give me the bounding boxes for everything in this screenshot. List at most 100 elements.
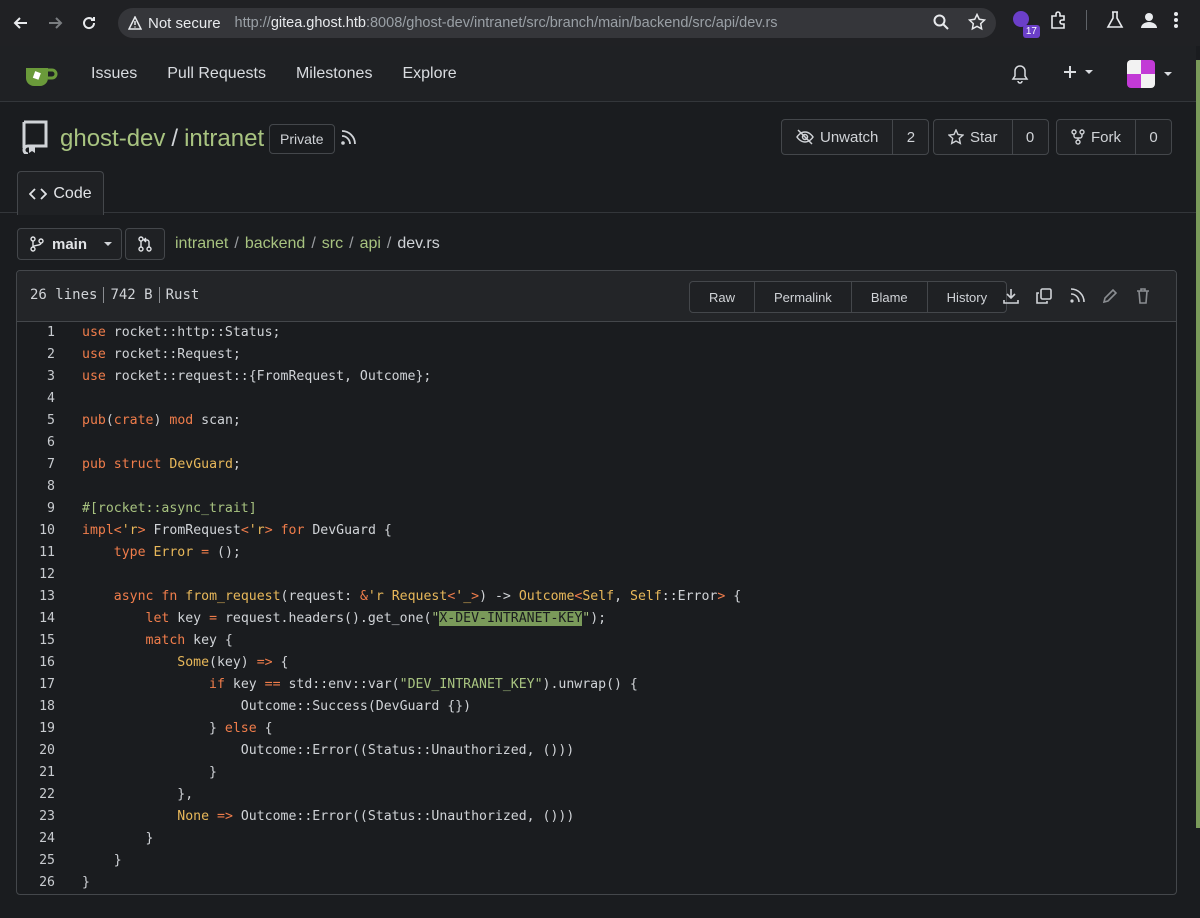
code-line: 20 Outcome::Error((Status::Unauthorized,… <box>39 743 575 758</box>
fork-icon <box>1071 129 1085 145</box>
code-line: 7 pub struct DevGuard; <box>47 457 241 472</box>
nav-explore[interactable]: Explore <box>387 65 471 83</box>
reload-icon[interactable] <box>72 6 106 40</box>
star-group: Star 0 <box>933 119 1049 155</box>
download-icon[interactable] <box>1002 287 1020 305</box>
puzzle-icon[interactable] <box>1048 10 1068 30</box>
page-scrollbar[interactable] <box>1196 60 1200 828</box>
breadcrumb: intranet / backend / src / api / dev.rs <box>175 235 440 252</box>
code-line: 11 type Error = (); <box>39 545 241 560</box>
trash-icon[interactable] <box>1134 287 1152 305</box>
code-line: 1 use rocket::http::Status; <box>47 325 281 340</box>
private-badge: Private <box>269 124 335 154</box>
labs-flask-icon[interactable] <box>1105 10 1125 30</box>
chevron-down-icon <box>1085 70 1093 74</box>
code-line: 21 } <box>39 765 217 780</box>
star-button[interactable]: Star <box>934 120 1012 154</box>
file-info: 26 lines 742 B Rust <box>30 287 205 303</box>
code-line: 10 impl<'r> FromRequest<'r> for DevGuard … <box>39 523 392 538</box>
code-line: 24 } <box>39 831 154 846</box>
fork-button[interactable]: Fork <box>1057 120 1135 154</box>
code-line: 3 use rocket::request::{FromRequest, Outc… <box>47 369 432 384</box>
code-line: 13 async fn from_request(request: &'r Re… <box>39 589 742 604</box>
repo-name-link[interactable]: intranet <box>184 125 264 152</box>
chevron-down-icon <box>1164 72 1172 76</box>
fork-group: Fork 0 <box>1056 119 1172 155</box>
file-size: 742 B <box>103 287 158 303</box>
code-line: 4 <box>47 391 55 406</box>
code-line: 5 pub(crate) mod scan; <box>47 413 241 428</box>
code-line: 26} <box>39 875 90 890</box>
browser-menu-icon[interactable] <box>1173 10 1179 30</box>
file-viewer: 26 lines 742 B Rust Raw Permalink Blame … <box>16 270 1177 895</box>
rss-icon[interactable] <box>1068 287 1086 305</box>
repo-title: ghost-dev / intranet <box>60 125 265 152</box>
branch-icon <box>30 236 44 252</box>
tab-code[interactable]: Code <box>17 171 104 215</box>
file-language: Rust <box>158 287 206 303</box>
star-count[interactable]: 0 <box>1011 120 1048 154</box>
blame-button[interactable]: Blame <box>850 282 927 312</box>
zoom-icon[interactable] <box>932 13 950 31</box>
rss-feed-icon[interactable] <box>340 130 356 146</box>
code-line: 19 } else { <box>39 721 273 736</box>
repo-icon <box>20 120 50 154</box>
url-text: http://gitea.ghost.htb:8008/ghost-dev/in… <box>234 15 778 31</box>
code-line: 2 use rocket::Request; <box>47 347 241 362</box>
user-menu[interactable] <box>1127 60 1173 88</box>
gitea-logo-icon[interactable] <box>24 60 58 88</box>
file-header: 26 lines 742 B Rust Raw Permalink Blame … <box>17 271 1176 322</box>
bookmark-star-icon[interactable] <box>968 13 986 31</box>
copy-icon[interactable] <box>1035 287 1053 305</box>
compare-button[interactable] <box>125 228 165 260</box>
watch-count[interactable]: 2 <box>892 120 928 154</box>
plus-icon <box>1064 66 1076 78</box>
breadcrumb-link[interactable]: backend <box>245 235 306 252</box>
code-line: 16 Some(key) => { <box>39 655 289 670</box>
code-line: 17 if key == std::env::var("DEV_INTRANET… <box>39 677 638 692</box>
code-line: 9 #[rocket::async_trait] <box>47 501 257 516</box>
repo-owner-link[interactable]: ghost-dev <box>60 125 165 152</box>
address-bar[interactable]: Not secure http://gitea.ghost.htb:8008/g… <box>118 8 996 38</box>
code-view: 1 use rocket::http::Status; 2 use rocket::… <box>17 322 1176 894</box>
file-line-count: 26 lines <box>30 287 98 303</box>
edit-pencil-icon[interactable] <box>1101 287 1119 305</box>
code-line: 6 <box>47 435 55 450</box>
code-line: 25 } <box>39 853 122 868</box>
history-button[interactable]: History <box>926 282 1006 312</box>
code-line: 22 }, <box>39 787 194 802</box>
site-navbar: Issues Pull Requests Milestones Explore <box>0 46 1196 102</box>
code-line: 12 <box>39 567 55 582</box>
branch-selector[interactable]: main <box>17 228 122 260</box>
nav-pull-requests[interactable]: Pull Requests <box>152 65 281 83</box>
create-new-button[interactable] <box>1062 64 1094 80</box>
security-indicator[interactable]: Not secure <box>128 15 235 32</box>
pull-request-icon <box>138 236 152 252</box>
code-line: 8 <box>47 479 55 494</box>
back-icon[interactable] <box>4 6 38 40</box>
repo-header: ghost-dev / intranet Private Unwatch 2 Sta… <box>0 103 1196 215</box>
breadcrumb-link[interactable]: src <box>322 235 343 252</box>
avatar <box>1127 60 1155 88</box>
eye-slash-icon <box>796 129 814 145</box>
forward-icon[interactable] <box>38 6 72 40</box>
nav-issues[interactable]: Issues <box>76 65 152 83</box>
file-actions: Raw Permalink Blame History <box>689 281 1008 313</box>
code-icon <box>29 187 48 200</box>
breadcrumb-link[interactable]: api <box>360 235 381 252</box>
unwatch-button[interactable]: Unwatch <box>782 120 892 154</box>
permalink-button[interactable]: Permalink <box>754 282 851 312</box>
watch-group: Unwatch 2 <box>781 119 930 155</box>
code-line: 18 Outcome::Success(DevGuard {}) <box>39 699 472 714</box>
warning-icon <box>128 16 142 30</box>
breadcrumb-current: dev.rs <box>397 235 440 252</box>
raw-button[interactable]: Raw <box>690 282 754 312</box>
fork-count[interactable]: 0 <box>1135 120 1171 154</box>
breadcrumb-link[interactable]: intranet <box>175 235 228 252</box>
code-line: 23 None => Outcome::Error((Status::Unaut… <box>39 809 575 824</box>
notifications-bell-icon[interactable] <box>1010 64 1030 84</box>
chevron-down-icon <box>104 242 113 246</box>
profile-icon[interactable] <box>1139 10 1159 30</box>
nav-milestones[interactable]: Milestones <box>281 65 387 83</box>
extension-icon[interactable]: 17 <box>1010 8 1040 38</box>
